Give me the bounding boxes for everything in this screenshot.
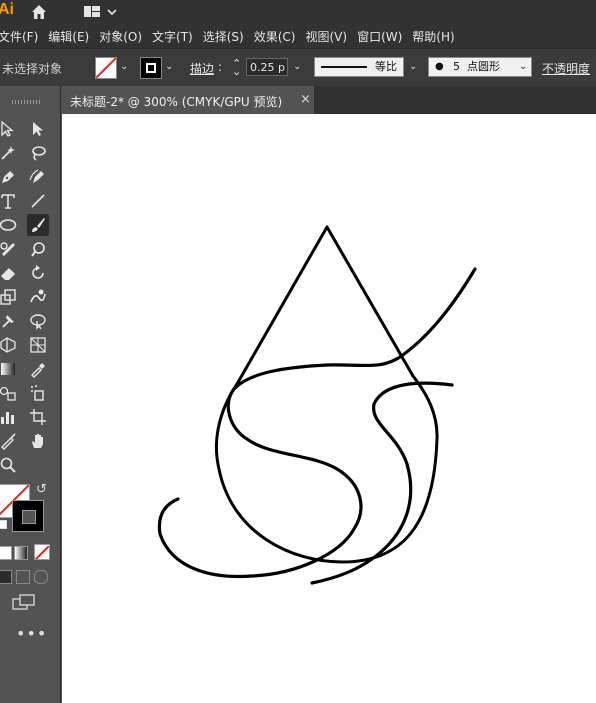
brush-size: 5: [453, 60, 460, 73]
stroke-proxy[interactable]: [12, 500, 44, 532]
menu-window[interactable]: 窗口(W): [353, 28, 412, 45]
eraser-icon[interactable]: [0, 262, 19, 284]
menu-select[interactable]: 选择(S): [199, 28, 254, 45]
brush-definition-dropdown[interactable]: ● 5 点圆形 ⌄: [428, 57, 532, 77]
menu-bar: 文件(F) 编辑(E) 对象(O) 文字(T) 选择(S) 效果(C) 视图(V…: [0, 24, 596, 48]
drop-shape-path[interactable]: [214, 225, 439, 564]
menu-file[interactable]: 文件(F): [0, 28, 48, 45]
chevron-down-icon[interactable]: ⌄: [293, 61, 301, 72]
blend-icon[interactable]: [0, 382, 19, 404]
document-tabs: 未标题-2* @ 300% (CMYK/GPU 预览) ×: [62, 86, 596, 114]
draw-normal-icon[interactable]: [0, 570, 12, 584]
paintbrush-icon[interactable]: [27, 214, 49, 236]
lasso-icon[interactable]: [27, 142, 49, 164]
stroke-swatch[interactable]: [140, 57, 162, 79]
zoom-icon[interactable]: [0, 454, 19, 476]
artboard-icon[interactable]: [27, 406, 49, 428]
curvature-icon[interactable]: [27, 166, 49, 188]
opacity-label[interactable]: 不透明度: [542, 60, 590, 77]
none-slash-icon: [35, 545, 49, 559]
scale-icon[interactable]: [0, 286, 19, 308]
stroke-colon: :: [218, 60, 223, 74]
shaper-icon[interactable]: [0, 238, 19, 260]
gradient-icon[interactable]: [0, 358, 19, 380]
stroke-weight-input[interactable]: 0.25 p: [246, 58, 288, 76]
selection-icon[interactable]: [0, 118, 19, 140]
fill-swatch[interactable]: [95, 57, 117, 79]
hand-icon[interactable]: [27, 430, 49, 452]
blob-brush-icon[interactable]: [27, 238, 49, 260]
stroke-label[interactable]: 描边: [190, 60, 214, 77]
artboard-canvas[interactable]: [62, 114, 596, 703]
magic-wand-icon[interactable]: [0, 142, 19, 164]
ellipse-icon[interactable]: [0, 214, 19, 236]
menu-effect[interactable]: 效果(C): [250, 28, 306, 45]
tools-panel: ↺ •••: [0, 86, 61, 703]
default-colors-icon[interactable]: [0, 520, 7, 529]
eyedropper-icon[interactable]: [27, 358, 49, 380]
chevron-down-icon[interactable]: ⌄: [409, 61, 417, 72]
line-icon[interactable]: [27, 190, 49, 212]
type-icon[interactable]: [0, 190, 19, 212]
chevron-down-icon: ⌄: [519, 61, 528, 72]
menu-edit[interactable]: 编辑(E): [44, 28, 99, 45]
draw-inside-icon[interactable]: [34, 570, 48, 584]
color-mode-gradient[interactable]: [14, 546, 28, 560]
menu-object[interactable]: 对象(O): [95, 28, 152, 45]
warp-icon[interactable]: [27, 286, 49, 308]
stepper-down-icon[interactable]: ⌄: [232, 65, 241, 78]
control-bar: 未选择对象 ⌄ ⌄ 描边 : ⌃ ⌄ 0.25 p ⌄ 等比 ⌄ ● 5 点圆形…: [0, 48, 596, 87]
chevron-down-icon[interactable]: ⌄: [165, 61, 173, 72]
color-mode-none[interactable]: [34, 544, 50, 560]
title-bar: Ai: [0, 0, 596, 24]
profile-line-icon: [321, 66, 367, 68]
shape-builder-icon[interactable]: [0, 334, 19, 356]
brush-label: 点圆形: [467, 60, 500, 73]
menu-help[interactable]: 帮助(H): [408, 28, 464, 45]
home-icon[interactable]: [30, 3, 48, 21]
none-slash-icon: [96, 58, 116, 78]
panel-grip[interactable]: [12, 100, 42, 104]
menu-type[interactable]: 文字(T): [148, 28, 203, 45]
chevron-down-icon[interactable]: ⌄: [120, 61, 128, 72]
column-graph-icon[interactable]: [0, 406, 19, 428]
puppet-warp-icon[interactable]: [0, 310, 19, 332]
document-tab-title: 未标题-2* @ 300% (CMYK/GPU 预览): [70, 95, 283, 109]
close-icon[interactable]: ×: [300, 92, 311, 107]
brush-dot-icon: ●: [435, 61, 444, 72]
artwork[interactable]: [62, 114, 596, 703]
free-transform-icon[interactable]: [27, 310, 49, 332]
pen-icon[interactable]: [0, 166, 19, 188]
document-tab[interactable]: 未标题-2* @ 300% (CMYK/GPU 预览) ×: [62, 86, 314, 114]
more-tools-icon[interactable]: •••: [16, 624, 47, 643]
direct-selection-icon[interactable]: [27, 118, 49, 140]
rising-stroke-path[interactable]: [157, 267, 477, 579]
variable-width-profile-dropdown[interactable]: 等比: [314, 57, 404, 77]
draw-behind-icon[interactable]: [16, 570, 30, 584]
screen-mode-icon[interactable]: [12, 594, 36, 612]
swap-fill-stroke-icon[interactable]: ↺: [36, 482, 47, 497]
slice-icon[interactable]: [0, 430, 19, 452]
app-logo: Ai: [0, 1, 14, 18]
perspective-grid-icon[interactable]: [27, 334, 49, 356]
menu-view[interactable]: 视图(V): [301, 28, 357, 45]
rotate-icon[interactable]: [27, 262, 49, 284]
workspace-switcher-icon[interactable]: [84, 4, 120, 20]
symbol-sprayer-icon[interactable]: [27, 382, 49, 404]
color-mode-solid[interactable]: [0, 546, 12, 560]
selection-status: 未选择对象: [2, 62, 63, 76]
profile-label: 等比: [375, 60, 397, 73]
